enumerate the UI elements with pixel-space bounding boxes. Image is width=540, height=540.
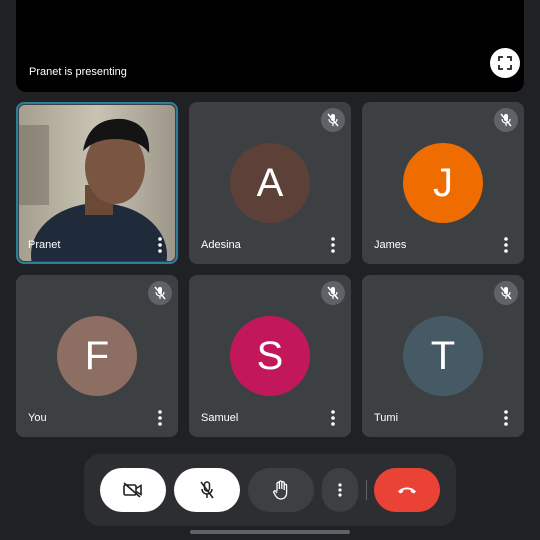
call-controls <box>84 454 456 526</box>
fullscreen-icon <box>498 56 512 70</box>
muted-indicator <box>148 281 172 305</box>
participant-name: Samuel <box>201 412 239 424</box>
participant-tile-tumi[interactable]: T Tumi <box>362 275 524 437</box>
muted-indicator <box>494 281 518 305</box>
more-vert-icon <box>504 237 508 253</box>
participant-tile-adesina[interactable]: A Adesina <box>189 102 351 264</box>
presenting-label: Pranet is presenting <box>29 66 127 78</box>
more-vert-icon <box>158 410 162 426</box>
participant-name: You <box>28 412 47 424</box>
participant-name: Adesina <box>201 239 241 251</box>
more-vert-icon <box>331 237 335 253</box>
muted-indicator <box>321 281 345 305</box>
mic-off-icon <box>327 113 339 127</box>
more-vert-icon <box>504 410 508 426</box>
participant-options-button[interactable] <box>153 409 167 427</box>
participant-options-button[interactable] <box>326 236 340 254</box>
mic-off-icon <box>154 286 166 300</box>
participant-tile-you[interactable]: F You <box>16 275 178 437</box>
participant-name: Tumi <box>374 412 399 424</box>
mic-off-icon <box>500 286 512 300</box>
participant-name: James <box>374 239 407 251</box>
avatar: J <box>403 143 483 223</box>
participant-options-button[interactable] <box>326 409 340 427</box>
participant-tile-pranet[interactable]: Pranet <box>16 102 178 264</box>
mic-off-icon <box>500 113 512 127</box>
camera-off-icon <box>123 482 142 498</box>
camera-toggle-button[interactable] <box>100 468 166 512</box>
raise-hand-button[interactable] <box>248 468 314 512</box>
participant-tile-samuel[interactable]: S Samuel <box>189 275 351 437</box>
toolbar-divider <box>366 480 367 500</box>
mic-off-icon <box>200 481 214 499</box>
leave-call-button[interactable] <box>374 468 440 512</box>
presentation-area[interactable]: Pranet is presenting <box>16 0 524 92</box>
participant-tile-james[interactable]: J James <box>362 102 524 264</box>
fullscreen-button[interactable] <box>490 48 520 78</box>
avatar: F <box>57 316 137 396</box>
avatar: A <box>230 143 310 223</box>
mic-off-icon <box>327 286 339 300</box>
muted-indicator <box>494 108 518 132</box>
participant-options-button[interactable] <box>153 236 167 254</box>
mic-toggle-button[interactable] <box>174 468 240 512</box>
home-indicator <box>190 530 350 534</box>
raise-hand-icon <box>273 480 288 500</box>
participant-name: Pranet <box>28 239 61 251</box>
participant-options-button[interactable] <box>499 409 513 427</box>
muted-indicator <box>321 108 345 132</box>
more-vert-icon <box>338 483 342 497</box>
more-options-button[interactable] <box>322 468 358 512</box>
avatar: T <box>403 316 483 396</box>
participant-video <box>19 105 175 261</box>
more-vert-icon <box>158 237 162 253</box>
call-end-icon <box>398 487 416 494</box>
participant-options-button[interactable] <box>499 236 513 254</box>
avatar: S <box>230 316 310 396</box>
more-vert-icon <box>331 410 335 426</box>
